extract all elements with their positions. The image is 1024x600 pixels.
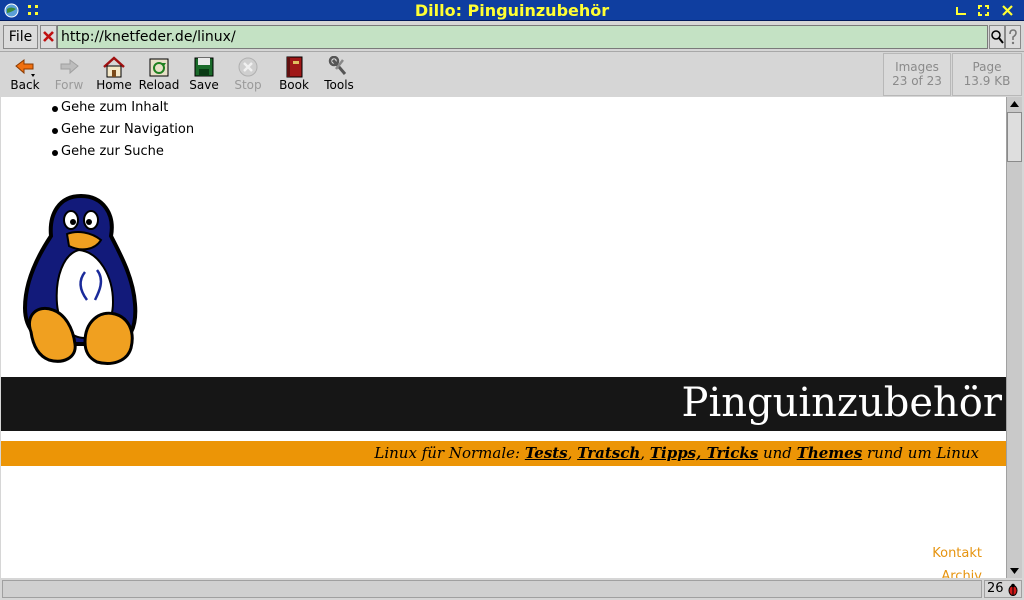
file-menu-label: File [8, 29, 33, 45]
scroll-down-arrow-icon[interactable] [1007, 564, 1022, 578]
page-size-counter: Page 13.9 KB [952, 53, 1022, 96]
forward-label: Forw [54, 78, 84, 92]
images-counter-label: Images [895, 60, 939, 74]
reload-icon [149, 58, 169, 77]
reload-label: Reload [138, 78, 180, 92]
stop-button[interactable]: Stop [228, 55, 268, 95]
stop-icon [238, 57, 258, 77]
home-button[interactable]: Home [94, 55, 134, 95]
status-bar: 26 [0, 578, 1024, 600]
scrollbar-thumb[interactable] [1007, 112, 1022, 162]
help-icon [1009, 29, 1017, 45]
bookmarks-label: Book [279, 78, 309, 92]
skip-link-content[interactable]: Gehe zum Inhalt [51, 98, 194, 120]
help-button[interactable] [1005, 25, 1021, 49]
minimize-icon[interactable] [954, 3, 969, 18]
search-button[interactable] [989, 25, 1005, 49]
bookmark-book-icon [286, 56, 303, 78]
tagline-link-tratsch[interactable]: Tratsch [577, 444, 640, 462]
tools-wrench-icon [328, 56, 347, 75]
stop-label: Stop [234, 78, 262, 92]
file-menu-button[interactable]: File [3, 25, 38, 49]
skip-link-search[interactable]: Gehe zur Suche [51, 142, 194, 164]
tagline-link-tipps[interactable]: Tipps, Tricks [650, 444, 758, 462]
tools-label: Tools [324, 78, 354, 92]
clear-x-icon [43, 31, 54, 42]
tagline-suffix: rund um Linux [862, 444, 979, 462]
forward-button[interactable]: Forw [48, 55, 90, 95]
page-size-value: 13.9 KB [963, 74, 1011, 88]
tools-button[interactable]: Tools [318, 55, 360, 95]
window-title: Dillo: Pinguinzubehör [414, 1, 610, 20]
window-titlebar: Dillo: Pinguinzubehör [0, 0, 1024, 21]
page-size-label: Page [972, 60, 1002, 74]
forward-arrow-icon [60, 59, 79, 75]
back-button[interactable]: Back [4, 55, 46, 95]
site-title[interactable]: Pinguinzubehör [682, 380, 1002, 426]
bug-meter-button[interactable]: 26 [984, 580, 1022, 598]
bug-count: 26 [987, 581, 1004, 596]
page-viewport: Gehe zum Inhalt Gehe zur Navigation Gehe… [1, 97, 1006, 578]
home-icon [103, 56, 125, 78]
site-tagline: Linux für Normale: Tests, Tratsch, Tipps… [374, 444, 979, 463]
back-arrow-icon [15, 59, 35, 77]
nav-link-kontakt[interactable]: Kontakt [932, 544, 982, 567]
clear-url-button[interactable] [40, 25, 57, 49]
images-counter: Images 23 of 23 [883, 53, 951, 96]
tux-penguin-logo[interactable] [19, 192, 139, 370]
status-message-area [2, 580, 982, 598]
tagline-link-themes[interactable]: Themes [797, 444, 862, 462]
tagline-link-tests[interactable]: Tests [525, 444, 568, 462]
tagline-band: Linux für Normale: Tests, Tratsch, Tipps… [1, 441, 1006, 466]
tagline-separator-1: , [567, 444, 578, 462]
search-icon [991, 30, 1004, 44]
url-input[interactable] [57, 25, 988, 49]
location-bar: File [0, 22, 1024, 52]
side-navigation: Kontakt Archiv [932, 544, 982, 578]
save-button[interactable]: Save [184, 55, 224, 95]
close-window-icon[interactable] [1000, 3, 1015, 18]
site-header-band: Pinguinzubehör [1, 377, 1006, 431]
skip-links-list: Gehe zum Inhalt Gehe zur Navigation Gehe… [51, 98, 194, 164]
home-label: Home [96, 78, 132, 92]
images-counter-value: 23 of 23 [892, 74, 942, 88]
main-toolbar: Back Forw Home Reload Save Stop Book Too… [0, 53, 1024, 97]
back-label: Back [10, 78, 40, 92]
vertical-scrollbar[interactable] [1006, 97, 1022, 578]
reload-button[interactable]: Reload [137, 55, 181, 95]
maximize-icon[interactable] [976, 3, 991, 18]
tagline-separator-2: , [640, 444, 650, 462]
nav-link-archiv[interactable]: Archiv [932, 567, 982, 578]
skip-link-navigation[interactable]: Gehe zur Navigation [51, 120, 194, 142]
tagline-prefix: Linux für Normale: [374, 444, 525, 462]
tagline-und: und [758, 444, 797, 462]
bookmarks-button[interactable]: Book [274, 55, 314, 95]
save-label: Save [189, 78, 219, 92]
save-disk-icon [194, 57, 214, 77]
bug-icon [1008, 583, 1018, 596]
scroll-up-arrow-icon[interactable] [1007, 97, 1022, 111]
